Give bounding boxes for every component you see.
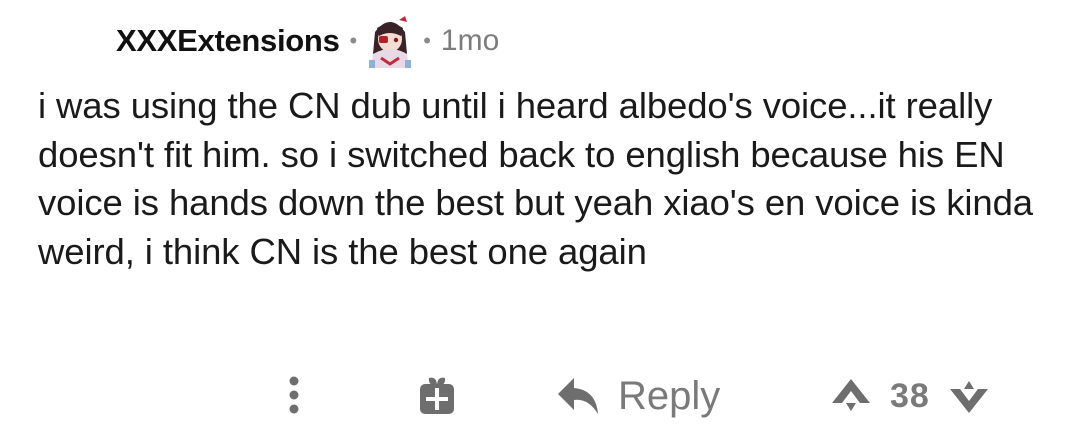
meta-separator-2: • (423, 28, 431, 53)
comment-body: i was using the CN dub until i heard alb… (38, 85, 1033, 272)
reply-button[interactable]: Reply (556, 368, 720, 424)
reply-arrow-icon (558, 378, 598, 414)
more-vertical-icon (289, 376, 299, 414)
gift-icon (420, 377, 454, 414)
reply-label: Reply (618, 373, 721, 418)
comment-card: XXXExtensions • • 1mo i was using the CN… (0, 0, 1066, 432)
award-button[interactable] (414, 372, 460, 418)
more-options-button[interactable] (276, 370, 312, 420)
comment-meta: XXXExtensions • • 1mo (116, 14, 499, 68)
user-avatar-icon[interactable] (367, 14, 414, 68)
upvote-arrow-icon[interactable] (828, 373, 874, 419)
comment-username[interactable]: XXXExtensions (116, 23, 340, 59)
comment-age: 1mo (440, 24, 500, 57)
comment-actions: Reply 38 (0, 362, 1066, 430)
vote-score: 38 (890, 376, 930, 415)
downvote-arrow-icon[interactable] (946, 373, 992, 419)
vote-controls: 38 (828, 368, 992, 424)
meta-separator: • (349, 28, 358, 53)
